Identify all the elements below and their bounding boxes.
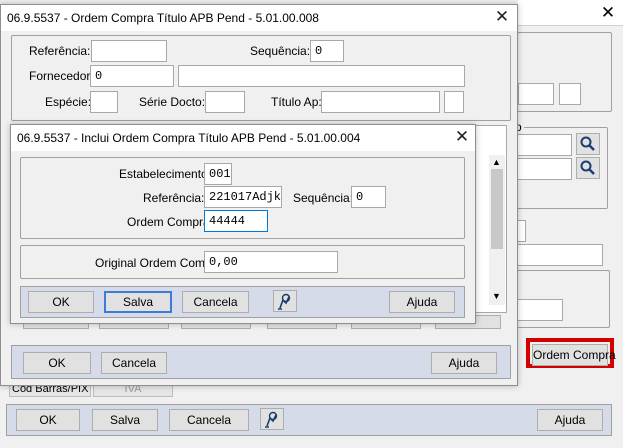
search-icon bbox=[580, 136, 595, 151]
help-pointer-icon bbox=[278, 293, 291, 310]
close-icon[interactable]: ✕ bbox=[489, 7, 515, 27]
background-close-icon[interactable]: ✕ bbox=[596, 3, 620, 23]
fornecedor-field[interactable]: 0 bbox=[90, 65, 174, 87]
dialog-ok-button[interactable]: OK bbox=[28, 291, 94, 313]
dialog-sequencia-label: Sequência: bbox=[293, 191, 354, 205]
background-ajuda-button[interactable]: Ajuda bbox=[537, 409, 603, 431]
estabelecimento-field[interactable]: 001 bbox=[204, 163, 232, 185]
inclui-ordem-compra-dialog: 06.9.5537 - Inclui Ordem Compra Título A… bbox=[10, 124, 476, 324]
scroll-thumb[interactable] bbox=[491, 169, 503, 249]
sequencia-label: Sequência: bbox=[250, 44, 311, 58]
especie-field[interactable] bbox=[90, 91, 118, 113]
background-search-button-2[interactable] bbox=[576, 157, 600, 179]
ordem-compra-label: Ordem Compra: bbox=[127, 215, 214, 229]
background-field-2[interactable] bbox=[559, 83, 581, 105]
referencia-label: Referência: bbox=[29, 44, 91, 58]
referencia-field[interactable] bbox=[91, 40, 167, 62]
help-pointer-icon bbox=[265, 411, 278, 428]
serie-docto-field[interactable] bbox=[205, 91, 245, 113]
scroll-down-icon[interactable]: ▼ bbox=[492, 291, 501, 301]
dialog-close-icon[interactable]: ✕ bbox=[449, 127, 475, 147]
dialog-titlebar: 06.9.5537 - Inclui Ordem Compra Título A… bbox=[11, 125, 475, 151]
dialog-ajuda-button[interactable]: Ajuda bbox=[389, 291, 455, 313]
sequencia-field[interactable]: 0 bbox=[310, 40, 344, 62]
background-help-pointer-button[interactable] bbox=[260, 408, 284, 430]
ordem-compra-button[interactable]: Ordem Compra bbox=[532, 344, 616, 366]
background-salva-button[interactable]: Salva bbox=[92, 409, 158, 431]
fornecedor-name-field[interactable] bbox=[178, 65, 465, 87]
list-scrollbar[interactable]: ▲ ▼ bbox=[489, 155, 505, 305]
background-field-1[interactable] bbox=[518, 83, 554, 105]
dialog-cancela-button[interactable]: Cancela bbox=[182, 291, 249, 313]
middle-ok-button[interactable]: OK bbox=[23, 352, 91, 374]
titulo-ap-field[interactable] bbox=[321, 91, 440, 113]
estabelecimento-label: Estabelecimento: bbox=[119, 167, 212, 181]
ordem-compra-titlebar: 06.9.5537 - Ordem Compra Título APB Pend… bbox=[1, 5, 517, 31]
fornecedor-label: Fornecedor: bbox=[29, 69, 94, 83]
dialog-help-pointer-button[interactable] bbox=[273, 290, 297, 312]
titulo-ap-label: Título Ap: bbox=[271, 95, 322, 109]
ordem-compra-field[interactable]: 44444 bbox=[204, 210, 268, 232]
especie-label: Espécie: bbox=[45, 95, 92, 109]
dialog-salva-button[interactable]: Salva bbox=[104, 291, 172, 313]
dialog-referencia-field[interactable]: 221017Adjk bbox=[204, 186, 282, 208]
bottom-edge-strip bbox=[0, 440, 623, 448]
dialog-referencia-label: Referência: bbox=[143, 191, 205, 205]
serie-docto-label: Série Docto: bbox=[139, 95, 206, 109]
ordem-compra-window-title: 06.9.5537 - Ordem Compra Título APB Pend… bbox=[7, 11, 319, 25]
search-icon bbox=[580, 160, 595, 175]
dialog-sequencia-field[interactable]: 0 bbox=[351, 186, 386, 208]
original-ordem-compra-label: Original Ordem Compr: bbox=[95, 256, 220, 270]
background-search-field-1[interactable] bbox=[510, 134, 572, 156]
titulo-ap-parcela-field[interactable] bbox=[444, 91, 464, 113]
scroll-up-icon[interactable]: ▲ bbox=[492, 157, 501, 167]
background-cancela-button[interactable]: Cancela bbox=[169, 409, 249, 431]
background-field-4[interactable] bbox=[505, 244, 603, 266]
middle-ajuda-button[interactable]: Ajuda bbox=[431, 352, 497, 374]
middle-cancela-button[interactable]: Cancela bbox=[101, 352, 167, 374]
background-search-field-2[interactable] bbox=[510, 158, 572, 180]
dialog-title: 06.9.5537 - Inclui Ordem Compra Título A… bbox=[17, 131, 361, 145]
original-ordem-compra-field[interactable]: 0,00 bbox=[204, 251, 338, 273]
background-search-button-1[interactable] bbox=[576, 133, 600, 155]
background-ok-button[interactable]: OK bbox=[16, 409, 80, 431]
